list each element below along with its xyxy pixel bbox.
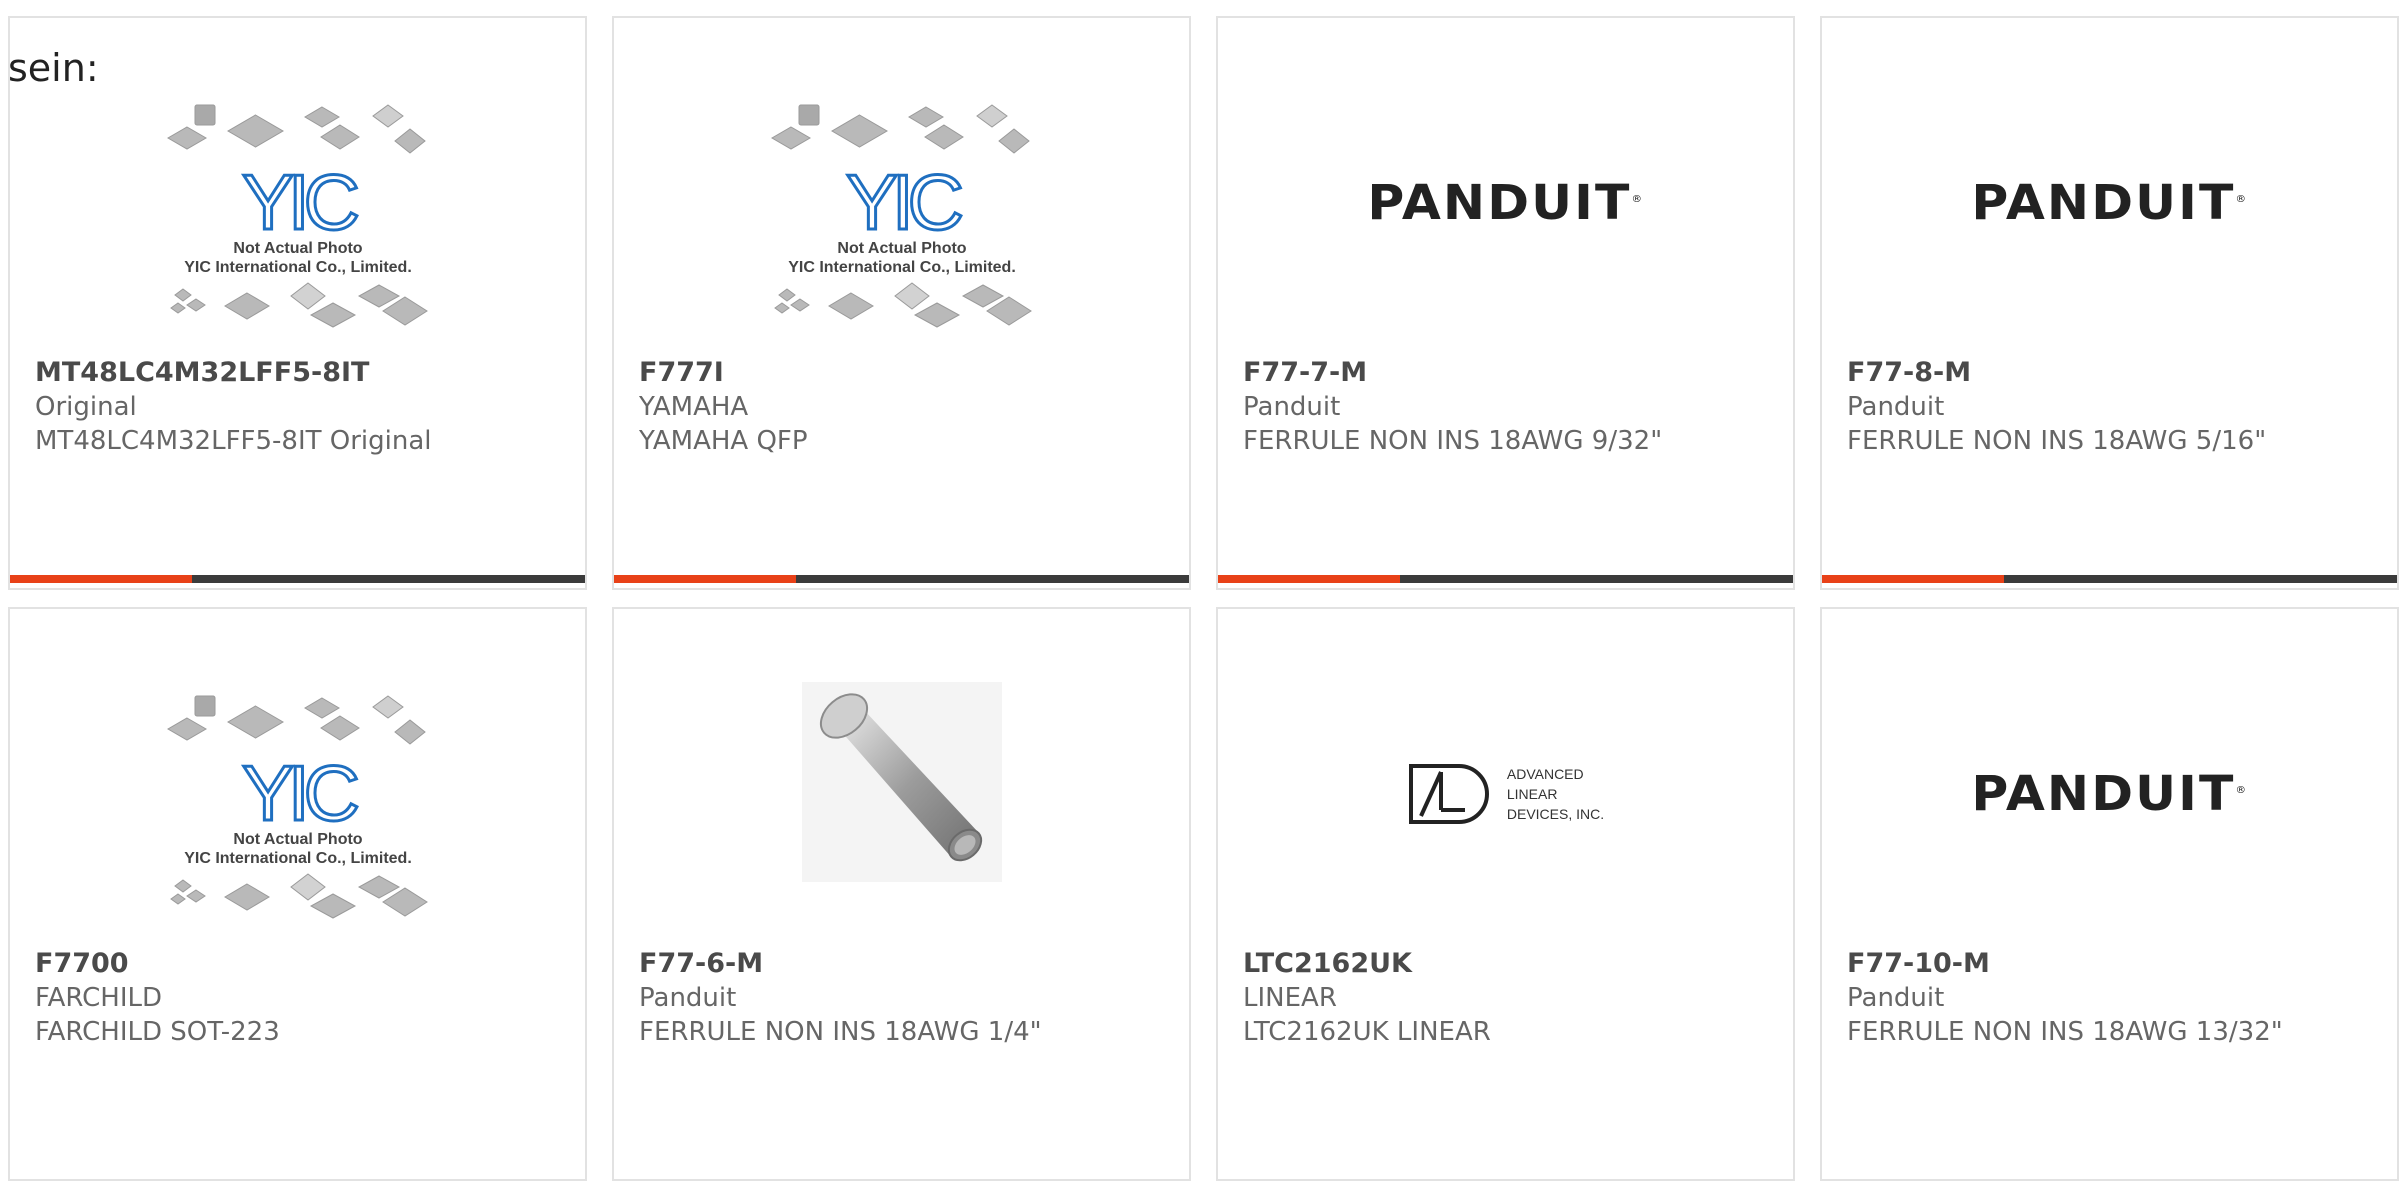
card-bottom-bar (614, 575, 1189, 583)
yic-caption-line1: Not Actual Photo (233, 240, 362, 257)
card-bottom-bar (10, 575, 585, 583)
yic-caption-line1: Not Actual Photo (837, 240, 966, 257)
panduit-logo: PANDUIT® (1971, 175, 2248, 231)
manufacturer: Original (35, 392, 137, 422)
manufacturer: Panduit (1847, 983, 1945, 1013)
card-accent-bar (614, 575, 796, 583)
product-card[interactable]: F77-6-M Panduit FERRULE NON INS 18AWG 1/4" (612, 607, 1191, 1181)
yic-caption-line2: YIC International Co., Limited. (788, 259, 1016, 276)
advanced-linear-devices-logo: ADVANCED LINEAR DEVICES, INC. (1407, 762, 1604, 826)
part-number[interactable]: F77-6-M (639, 947, 1169, 981)
description: FERRULE NON INS 18AWG 5/16" (1847, 426, 2267, 456)
product-image[interactable]: PANDUIT® (1822, 669, 2397, 919)
ald-logo-line: LINEAR (1506, 786, 1558, 802)
part-number[interactable]: MT48LC4M32LFF5-8IT (35, 356, 565, 390)
svg-text:YIC: YIC (845, 158, 961, 246)
card-accent-bar (1218, 575, 1400, 583)
svg-text:YIC: YIC (241, 749, 357, 837)
intro-text: sein: (8, 46, 99, 90)
ald-logo-line: DEVICES, INC. (1506, 806, 1605, 822)
product-card[interactable]: YIC Not Actual Photo YIC International Co.… (8, 16, 587, 590)
product-image[interactable]: ADVANCED LINEAR DEVICES, INC. (1218, 669, 1793, 919)
description: FERRULE NON INS 18AWG 9/32" (1243, 426, 1663, 456)
description: YAMAHA QFP (639, 426, 808, 456)
product-image[interactable]: YIC Not Actual Photo YIC International Co.… (10, 92, 585, 342)
product-card[interactable]: YIC Not Actual Photo YIC International Co.… (612, 16, 1191, 590)
card-accent-bar (1822, 575, 2004, 583)
yic-caption-line2: YIC International Co., Limited. (184, 259, 412, 276)
manufacturer: LINEAR (1243, 983, 1337, 1013)
manufacturer: Panduit (1847, 392, 1945, 422)
panduit-logo: PANDUIT® (1971, 766, 2248, 822)
product-card[interactable]: PANDUIT® F77-8-M Panduit FERRULE NON INS 18… (1820, 16, 2399, 590)
manufacturer: Panduit (639, 983, 737, 1013)
description: LTC2162UK LINEAR (1243, 1017, 1491, 1047)
ald-mark-icon (1408, 764, 1489, 824)
part-number[interactable]: LTC2162UK (1243, 947, 1773, 981)
ald-logo-line: ADVANCED (1506, 766, 1584, 782)
card-accent-bar (10, 575, 192, 583)
card-bottom-bar (1218, 575, 1793, 583)
svg-text:YIC: YIC (241, 158, 357, 246)
part-number[interactable]: F7700 (35, 947, 565, 981)
product-image[interactable] (614, 657, 1189, 907)
manufacturer: FARCHILD (35, 983, 163, 1013)
product-card[interactable]: PANDUIT® F77-10-M Panduit FERRULE NON INS 1… (1820, 607, 2399, 1181)
description: FERRULE NON INS 18AWG 1/4" (639, 1017, 1042, 1047)
product-card[interactable]: ADVANCED LINEAR DEVICES, INC. LTC2162UK LINE… (1216, 607, 1795, 1181)
product-image[interactable]: YIC Not Actual Photo YIC International Co.… (10, 683, 585, 933)
yic-caption-line2: YIC International Co., Limited. (184, 850, 412, 867)
part-number[interactable]: F77-7-M (1243, 356, 1773, 390)
yic-caption-line1: Not Actual Photo (233, 831, 362, 848)
product-image[interactable]: PANDUIT® (1822, 78, 2397, 328)
product-image[interactable]: PANDUIT® (1218, 78, 1793, 328)
description: FERRULE NON INS 18AWG 13/32" (1847, 1017, 2283, 1047)
card-bottom-bar (1822, 575, 2397, 583)
yic-placeholder-image: YICNot Actual Photo YIC International Co.… (166, 104, 428, 328)
yic-placeholder-image: YICNot Actual Photo YIC International Co.… (770, 104, 1032, 328)
manufacturer: Panduit (1243, 392, 1341, 422)
description: FARCHILD SOT-223 (35, 1017, 280, 1047)
manufacturer: YAMAHA (639, 392, 749, 422)
yic-placeholder-image: YICNot Actual Photo YIC International Co.… (166, 695, 428, 919)
part-number[interactable]: F77-10-M (1847, 947, 2377, 981)
part-number[interactable]: F777I (639, 356, 1169, 390)
part-number[interactable]: F77-8-M (1847, 356, 2377, 390)
description: MT48LC4M32LFF5-8IT Original (35, 426, 432, 456)
panduit-logo: PANDUIT® (1367, 175, 1644, 231)
product-card[interactable]: PANDUIT® F77-7-M Panduit FERRULE NON INS 18… (1216, 16, 1795, 590)
product-image[interactable]: YIC Not Actual Photo YIC International Co.… (614, 92, 1189, 342)
product-card[interactable]: YIC Not Actual Photo YIC International Co.… (8, 607, 587, 1181)
ferrule-photo (801, 682, 1002, 882)
